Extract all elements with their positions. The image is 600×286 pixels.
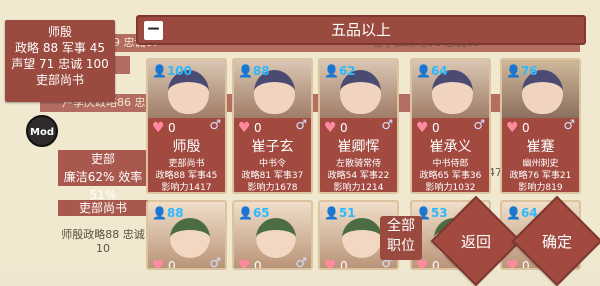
favor-value: 0 [168, 259, 176, 270]
user-badge-icon: 👤62 [324, 64, 356, 78]
heart-icon: ♥ [506, 120, 519, 136]
user-badge-icon: 👤100 [152, 64, 193, 78]
official-card-4[interactable]: 👤64 ♥ 0 ♂ 崔承义 中书侍郎 政略65 军事36 影响力1032 [410, 58, 491, 194]
heart-icon: ♥ [506, 258, 519, 270]
user-badge-icon: 👤65 [238, 206, 270, 220]
user-badge-icon: 👤88 [238, 64, 270, 78]
player-name: 师殷 [47, 25, 72, 39]
official-name: 师殷 [172, 139, 201, 155]
favor-value: 0 [254, 121, 262, 135]
official-card-5[interactable]: 👤76 ♥ 0 ♂ 崔蹇 幽州刺史 政略76 军事21 影响力819 [500, 58, 581, 194]
official-card-1[interactable]: 👤100 ♥ 0 ♂ 师殷 吏部尚书 政略88 军事45 影响力1417 [146, 58, 227, 194]
heart-icon: ♥ [324, 120, 337, 136]
male-icon: ♂ [473, 118, 485, 133]
favor-value: 0 [254, 259, 262, 270]
department-sub-label: 师殷政略88 忠诚10 [61, 228, 145, 255]
player-stats-2: 声望 71 忠诚 100 [11, 57, 109, 71]
official-lower-card-2[interactable]: 👤65 ♥ 0 ♂ [232, 200, 313, 270]
minus-icon[interactable]: − [144, 21, 163, 40]
heart-icon: ♥ [152, 120, 165, 136]
filter-bar[interactable]: − 五品以上 [136, 15, 586, 45]
favor-value: 0 [168, 121, 176, 135]
heart-icon: ♥ [238, 120, 251, 136]
mod-icon[interactable]: Mod [26, 115, 58, 147]
official-influence: 影响力819 [518, 183, 563, 193]
favor-value: 0 [522, 121, 530, 135]
confirm-button-label: 确定 [541, 233, 572, 251]
official-name: 崔承义 [429, 139, 472, 155]
official-influence: 影响力1032 [425, 183, 476, 193]
heart-icon: ♥ [416, 120, 429, 136]
favor-value: 0 [522, 259, 530, 270]
male-icon: ♂ [295, 118, 307, 133]
official-name: 崔子玄 [251, 139, 294, 155]
favor-value: 0 [340, 121, 348, 135]
heart-icon: ♥ [238, 258, 251, 270]
user-badge-icon: 👤51 [324, 206, 356, 220]
official-influence: 影响力1417 [161, 183, 212, 193]
male-icon: ♂ [295, 256, 307, 270]
male-icon: ♂ [381, 118, 393, 133]
official-influence: 影响力1678 [247, 183, 298, 193]
official-card-2[interactable]: 👤88 ♥ 0 ♂ 崔子玄 中书令 政略81 军事37 影响力1678 [232, 58, 313, 194]
official-card-3[interactable]: 👤62 ♥ 0 ♂ 崔卿恽 左散骑常侍 政略54 军事22 影响力1214 [318, 58, 399, 194]
official-lower-card-1[interactable]: 👤88 ♥ 0 ♂ [146, 200, 227, 270]
favor-value: 0 [432, 121, 440, 135]
male-icon: ♂ [209, 256, 221, 270]
all-positions-button[interactable]: 全部 职位 [380, 216, 422, 260]
back-button-label: 返回 [460, 233, 491, 251]
user-badge-icon: 👤64 [416, 64, 448, 78]
department-title: 吏部 [90, 152, 115, 166]
user-badge-icon: 👤88 [152, 206, 184, 220]
official-name: 崔蹇 [526, 139, 555, 155]
player-title: 吏部尚书 [35, 73, 84, 87]
department-label: 吏部尚书 [58, 200, 148, 216]
male-icon: ♂ [209, 118, 221, 133]
favor-value: 0 [432, 259, 440, 270]
heart-icon: ♥ [324, 258, 337, 270]
filter-label: 五品以上 [330, 21, 391, 39]
player-info-panel: 师殷 政略 88 军事 45 声望 71 忠诚 100 吏部尚书 [5, 20, 115, 102]
heart-icon: ♥ [152, 258, 165, 270]
department-panel: 吏部 廉洁62% 效率51% [58, 150, 148, 202]
user-badge-icon: 👤76 [506, 64, 538, 78]
player-stats-1: 政略 88 军事 45 [15, 41, 105, 55]
department-subtitle: 廉洁62% 效率51% [63, 170, 143, 202]
official-name: 崔卿恽 [337, 139, 380, 155]
favor-value: 0 [340, 259, 348, 270]
male-icon: ♂ [563, 118, 575, 133]
official-influence: 影响力1214 [333, 183, 384, 193]
